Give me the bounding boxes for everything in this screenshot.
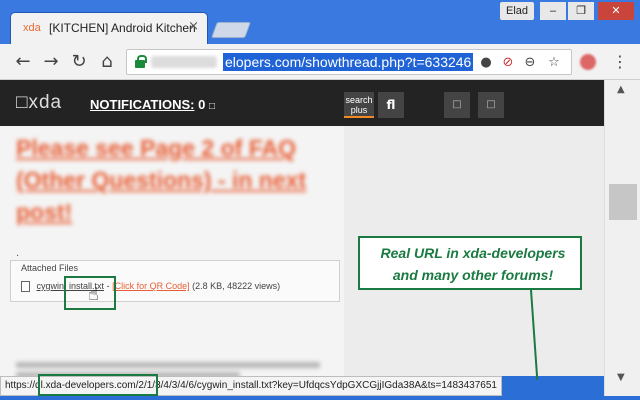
bookmark-star-icon[interactable]: ☆ <box>545 54 563 72</box>
lock-icon[interactable] <box>135 55 147 69</box>
annotation-callout: Real URL in xda-developers and many othe… <box>358 236 582 290</box>
tab-close-icon[interactable]: × <box>188 19 199 34</box>
notifications-label[interactable]: NOTIFICATIONS: <box>90 97 194 112</box>
header-button-2[interactable]: □ <box>478 92 504 118</box>
new-tab-button[interactable] <box>211 22 251 38</box>
reload-button[interactable]: ↻ <box>68 51 90 73</box>
status-highlight-box <box>38 374 158 396</box>
address-bar[interactable]: elopers.com/showthread.php?t=633246 ● ⊘ … <box>126 49 572 75</box>
attached-files-label: Attached Files <box>21 263 79 273</box>
attachment-meta: (2.8 KB, 48222 views) <box>192 281 281 291</box>
xda-logo[interactable]: □xda <box>16 92 62 114</box>
qr-code-link[interactable]: [Click for QR Code] <box>112 281 190 291</box>
tab-title: [KITCHEN] Android Kitchen <box>49 21 196 35</box>
attached-files-box: Attached Files cygwin_install.txt - [Cli… <box>10 260 340 302</box>
blurred-origin-chip <box>151 56 217 68</box>
address-bar-url[interactable]: elopers.com/showthread.php?t=633246 <box>223 53 474 71</box>
notifications[interactable]: NOTIFICATIONS: 0 □ <box>90 97 215 112</box>
header-button-1[interactable]: □ <box>444 92 470 118</box>
extension-cookie-icon[interactable]: ● <box>477 54 495 72</box>
extension-icon[interactable] <box>580 54 596 70</box>
minimize-button[interactable]: – <box>540 2 566 20</box>
maximize-button[interactable]: ❐ <box>568 2 594 20</box>
window-bottom-border <box>0 396 640 400</box>
scrollbar-thumb[interactable] <box>609 184 637 220</box>
notifications-icon: □ <box>208 101 216 112</box>
blocked-content-icon[interactable]: ⊘ <box>499 54 517 72</box>
title-bar: xda [KITCHEN] Android Kitchen × Elad – ❐… <box>0 0 640 44</box>
user-profile-button[interactable]: Elad <box>500 2 534 20</box>
xda-header-bar: □xda NOTIFICATIONS: 0 □ search plus fl □… <box>0 80 604 126</box>
scroll-down-icon[interactable]: ▼ <box>617 372 625 383</box>
zoom-icon[interactable]: ⊖ <box>521 54 539 72</box>
search-plus-button[interactable]: search plus <box>344 92 374 118</box>
web-page: □xda NOTIFICATIONS: 0 □ search plus fl □… <box>0 80 604 376</box>
notifications-count: 0 <box>198 97 206 112</box>
forward-button[interactable]: → <box>40 51 62 73</box>
fl-button[interactable]: fl <box>378 92 404 118</box>
browser-menu-icon[interactable]: ⋮ <box>612 52 628 71</box>
annotation-text: Real URL in xda-developers and many othe… <box>380 245 566 283</box>
back-button[interactable]: ← <box>12 51 34 73</box>
post-dot: . <box>16 248 20 259</box>
vertical-scrollbar[interactable]: ▲ ▼ <box>604 80 640 400</box>
post-heading-link[interactable]: Please see Page 2 of FAQ (Other Question… <box>16 132 346 228</box>
xda-favicon-icon: xda <box>23 22 41 34</box>
hand-cursor-icon: ☝ <box>88 284 99 305</box>
text-file-icon <box>21 281 30 293</box>
tab-active[interactable]: xda [KITCHEN] Android Kitchen × <box>10 12 208 44</box>
scroll-up-icon[interactable]: ▲ <box>617 84 625 95</box>
browser-toolbar: ← → ↻ ⌂ elopers.com/showthread.php?t=633… <box>0 44 640 80</box>
attachment-row: cygwin_install.txt - [Click for QR Code]… <box>21 281 281 293</box>
post-content: Please see Page 2 of FAQ (Other Question… <box>0 126 344 376</box>
home-button[interactable]: ⌂ <box>96 51 118 73</box>
close-window-button[interactable]: ✕ <box>598 2 634 20</box>
